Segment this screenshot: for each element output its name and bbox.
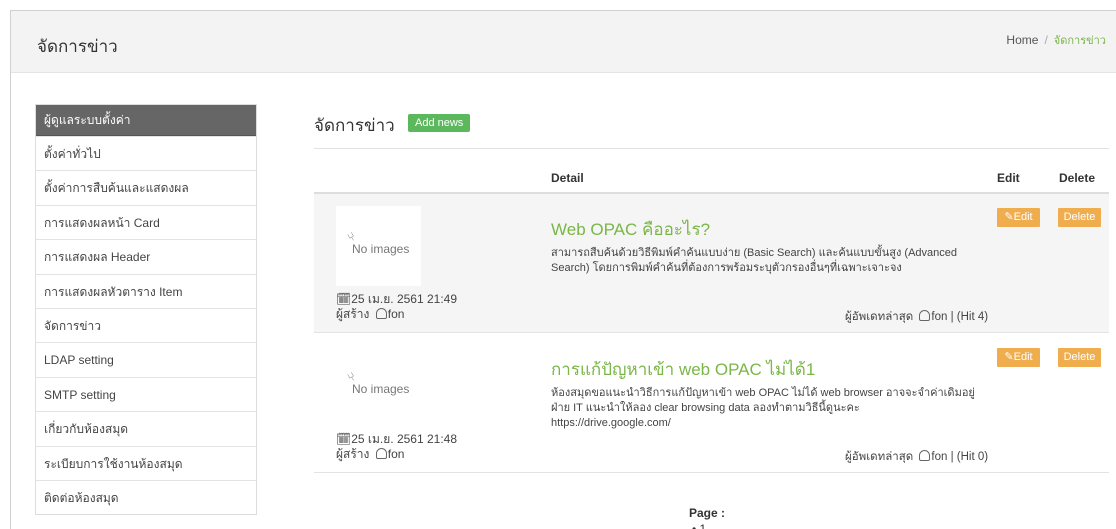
news-description: สามารถสืบค้นด้วยวิธีพิมพ์คำค้นแบบง่าย (B… xyxy=(551,247,958,274)
breadcrumb-home[interactable]: Home xyxy=(1006,33,1038,47)
sidebar-item-about-library[interactable]: เกี่ยวกับห้องสมุด xyxy=(36,411,256,446)
pagination-page-1[interactable]: • 1 xyxy=(692,522,706,529)
pencil-icon: ✎ xyxy=(1004,211,1014,223)
updated-by: fon xyxy=(931,311,948,323)
author-name: fon xyxy=(387,447,405,461)
column-header-edit: Edit xyxy=(997,171,1020,185)
news-author: ผู้สร้าง fon xyxy=(336,445,404,464)
user-icon xyxy=(919,310,931,321)
updated-label: ผู้อัพเดทล่าสุด xyxy=(845,311,914,323)
page-number: 1 xyxy=(699,522,707,529)
author-label: ผู้สร้าง xyxy=(336,447,370,461)
news-date-text: 25 เม.ย. 2561 21:48 xyxy=(351,432,458,446)
news-update-meta: ผู้อัพเดทล่าสุด fon | (Hit 0) xyxy=(845,448,988,466)
news-row: ⑂ No images 🗓25 เม.ย. 2561 21:48 ผู้สร้า… xyxy=(314,334,1109,473)
sidebar-item-contact-library[interactable]: ติดต่อห้องสมุด xyxy=(36,479,256,515)
author-label: ผู้สร้าง xyxy=(336,307,370,321)
delete-button[interactable]: Delete xyxy=(1058,208,1101,227)
pagination-label: Page : xyxy=(689,506,726,520)
hit-count: | (Hit 4) xyxy=(950,311,989,323)
updated-by: fon xyxy=(931,451,948,463)
edit-label: Edit xyxy=(1013,211,1033,223)
pencil-icon: ✎ xyxy=(1004,351,1014,363)
news-thumbnail: ⑂ No images xyxy=(336,206,421,286)
add-news-button[interactable]: Add news xyxy=(408,114,471,132)
user-icon xyxy=(919,450,931,461)
news-date-text: 25 เม.ย. 2561 21:49 xyxy=(351,292,458,306)
sidebar-item-header-display[interactable]: การแสดงผล Header xyxy=(36,239,256,274)
hit-count: | (Hit 0) xyxy=(950,451,989,463)
updated-label: ผู้อัพเดทล่าสุด xyxy=(845,451,914,463)
admin-sidebar: ผู้ดูแลระบบตั้งค่า ตั้งค่าทั่วไป ตั้งค่า… xyxy=(35,104,257,516)
edit-label: Edit xyxy=(1013,351,1033,363)
news-row: ⑂ No images 🗓25 เม.ย. 2561 21:49 ผู้สร้า… xyxy=(314,194,1109,333)
news-title[interactable]: Web OPAC คืออะไร? xyxy=(551,216,710,243)
news-author: ผู้สร้าง fon xyxy=(336,305,404,324)
no-images-label: No images xyxy=(352,382,410,396)
news-title[interactable]: การแก้ปัญหาเข้า web OPAC ไม่ได้1 xyxy=(551,356,815,383)
news-update-meta: ผู้อัพเดทล่าสุด fon | (Hit 4) xyxy=(845,308,988,326)
column-header-delete: Delete xyxy=(1059,171,1096,185)
sidebar-item-library-rules[interactable]: ระเบียบการใช้งานห้องสมุด xyxy=(36,445,256,480)
sidebar-item-card-display[interactable]: การแสดงผลหน้า Card xyxy=(36,204,256,240)
calendar-icon: 🗓 xyxy=(336,432,352,446)
sidebar-item-smtp[interactable]: SMTP setting xyxy=(36,376,256,412)
sidebar-item-ldap[interactable]: LDAP setting xyxy=(36,342,256,377)
page-title: จัดการข่าว xyxy=(37,37,118,56)
divider xyxy=(314,148,1109,149)
calendar-icon: 🗓 xyxy=(336,292,352,306)
sidebar-heading: ผู้ดูแลระบบตั้งค่า xyxy=(36,105,256,136)
user-icon xyxy=(375,308,387,319)
news-thumbnail: ⑂ No images xyxy=(336,346,421,426)
edit-button[interactable]: ✎Edit xyxy=(997,208,1040,227)
breadcrumb: Home / จัดการข่าว xyxy=(1006,31,1106,49)
column-header-detail: Detail xyxy=(551,171,584,185)
sidebar-item-item-table-header[interactable]: การแสดงผลหัวตาราง Item xyxy=(36,273,256,308)
no-images-label: No images xyxy=(352,242,410,256)
delete-button[interactable]: Delete xyxy=(1058,348,1101,367)
user-icon xyxy=(375,448,387,459)
sidebar-item-manage-news[interactable]: จัดการข่าว xyxy=(36,307,256,343)
breadcrumb-separator: / xyxy=(1044,33,1048,47)
edit-button[interactable]: ✎Edit xyxy=(997,348,1040,367)
page-frame: จัดการข่าว Home / จัดการข่าว ผู้ดูแลระบบตั… xyxy=(10,10,1116,529)
news-description: ห้องสมุดขอแนะนำวิธีการแก้ปัญหาเข้า web O… xyxy=(551,387,975,429)
author-name: fon xyxy=(387,307,405,321)
sidebar-item-general-settings[interactable]: ตั้งค่าทั่วไป xyxy=(36,136,256,171)
sidebar-item-search-settings[interactable]: ตั้งค่าการสืบค้นและแสดงผล xyxy=(36,170,256,205)
page-header: จัดการข่าว Home / จัดการข่าว xyxy=(11,11,1116,73)
section-title: จัดการข่าว xyxy=(314,116,395,135)
breadcrumb-current: จัดการข่าว xyxy=(1053,35,1106,47)
